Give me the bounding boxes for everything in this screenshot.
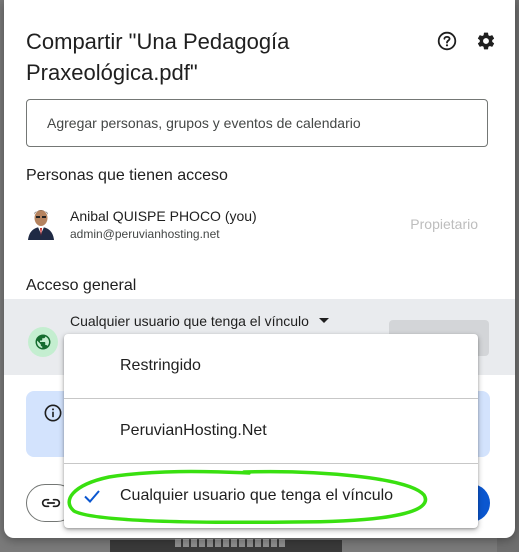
dialog-title: Compartir "Una Pedagogía Praxeológica.pd… — [26, 29, 290, 85]
menu-item-label: PeruvianHosting.Net — [120, 422, 267, 439]
link-icon — [41, 498, 61, 508]
help-button[interactable] — [434, 28, 460, 54]
avatar — [26, 206, 56, 240]
add-people-input[interactable]: Agregar personas, grupos y eventos de ca… — [26, 99, 488, 147]
gear-icon — [477, 32, 495, 50]
person-name: Anibal QUISPE PHOCO (you) — [70, 208, 257, 224]
caret-down-icon — [318, 318, 329, 323]
general-access-select[interactable]: Cualquier usuario que tenga el vínculo — [70, 313, 329, 329]
menu-item-domain[interactable]: PeruvianHosting.Net — [64, 399, 478, 463]
person-role: Propietario — [410, 216, 478, 232]
check-icon — [84, 490, 100, 503]
globe-badge — [28, 327, 58, 357]
background-thumbnail-text — [175, 539, 285, 547]
people-access-heading: Personas que tienen acceso — [26, 167, 228, 184]
person-email: admin@peruvianhosting.net — [70, 227, 220, 241]
help-circle-icon — [437, 31, 457, 51]
general-access-dropdown: Restringido PeruvianHosting.Net Cualquie… — [64, 334, 478, 528]
info-icon — [44, 404, 62, 422]
menu-item-restricted[interactable]: Restringido — [64, 334, 478, 398]
settings-button[interactable] — [473, 28, 499, 54]
add-people-placeholder: Agregar personas, grupos y eventos de ca… — [47, 115, 361, 131]
person-row: Anibal QUISPE PHOCO (you) admin@peruvian… — [26, 204, 488, 244]
menu-item-label: Cualquier usuario que tenga el vínculo — [120, 487, 394, 504]
general-access-value: Cualquier usuario que tenga el vínculo — [70, 313, 309, 329]
globe-icon — [35, 334, 51, 350]
menu-item-label: Restringido — [120, 357, 201, 374]
menu-item-anyone-with-link[interactable]: Cualquier usuario que tenga el vínculo — [64, 464, 478, 528]
general-access-heading: Acceso general — [26, 277, 137, 294]
